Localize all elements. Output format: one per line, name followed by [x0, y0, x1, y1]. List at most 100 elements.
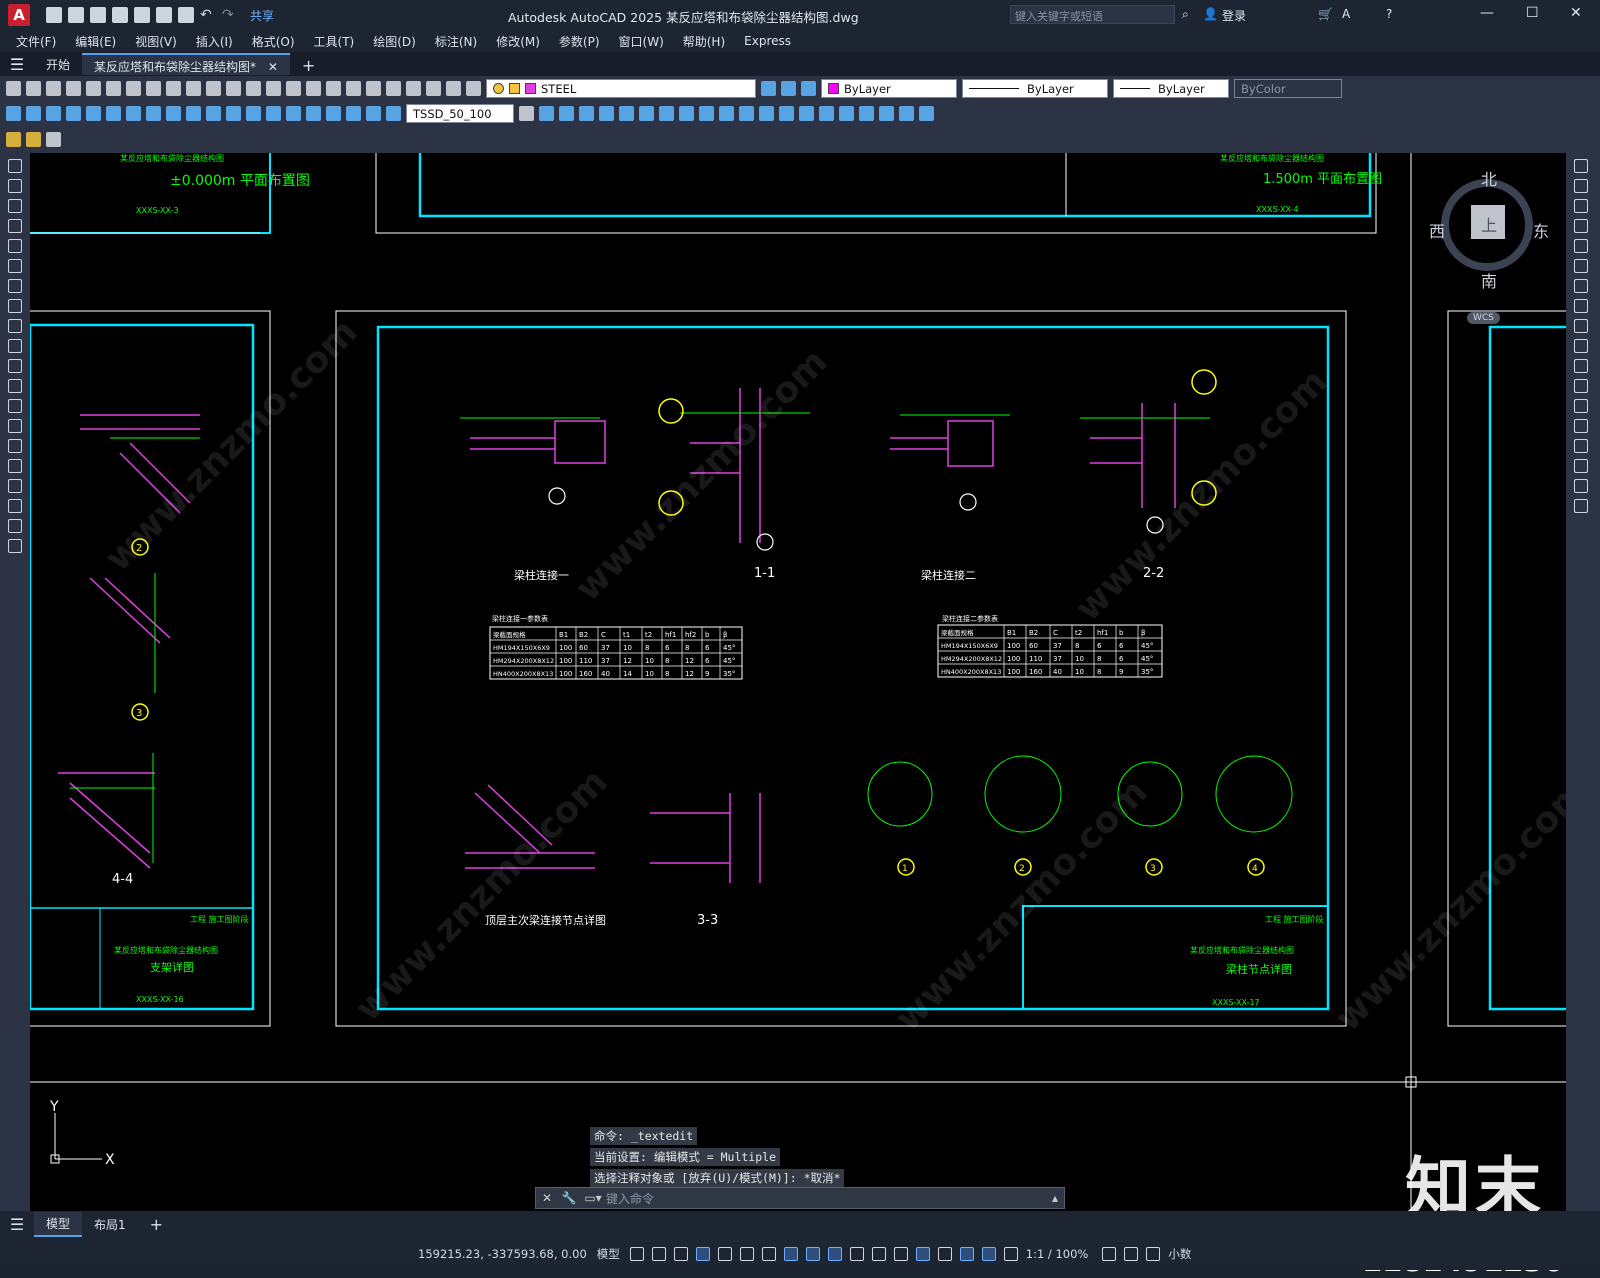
cut-icon[interactable] [126, 81, 141, 96]
solid-cone-icon[interactable] [779, 106, 794, 121]
markup-icon[interactable] [406, 81, 421, 96]
menu-item[interactable]: 帮助(H) [683, 33, 725, 50]
lineweight-dropdown[interactable]: ByLayer [1113, 79, 1229, 98]
arc-dim-icon[interactable] [46, 106, 61, 121]
array-icon[interactable] [1574, 239, 1588, 253]
menu-item[interactable]: 修改(M) [496, 33, 540, 50]
view-top-icon[interactable] [559, 106, 574, 121]
user-icon[interactable]: 👤 [1203, 7, 1218, 21]
transparency-icon[interactable] [849, 1246, 864, 1261]
coordinates[interactable]: 159215.23, -337593.68, 0.00 [418, 1247, 587, 1261]
auto-scale-icon[interactable] [1003, 1246, 1018, 1261]
point-icon[interactable] [8, 419, 22, 433]
close-tab-icon[interactable]: ✕ [268, 60, 278, 74]
osnap-tracking-icon[interactable] [783, 1246, 798, 1261]
scale-icon[interactable] [1574, 299, 1588, 313]
layer-state-icon[interactable] [781, 81, 796, 96]
ucs-world-icon[interactable] [619, 106, 634, 121]
make-block-icon[interactable] [8, 399, 22, 413]
autodesk-icon[interactable]: A [1342, 7, 1350, 21]
copy-icon[interactable] [1574, 179, 1588, 193]
dim-break-icon[interactable] [246, 106, 261, 121]
units-value[interactable]: 小数 [1168, 1246, 1191, 1262]
tool-palette-icon[interactable] [366, 81, 381, 96]
gradient-icon[interactable] [8, 459, 22, 473]
break-point-icon[interactable] [1574, 379, 1588, 393]
workspace-icon[interactable] [1102, 1246, 1117, 1261]
lineweight-icon[interactable] [827, 1246, 842, 1261]
baseline-dim-icon[interactable] [186, 106, 201, 121]
infer-icon[interactable] [673, 1246, 688, 1261]
help-icon[interactable]: ? [1386, 7, 1392, 21]
share-button[interactable]: 共享 [250, 7, 274, 24]
dim-space-icon[interactable] [226, 106, 241, 121]
redo-icon[interactable]: ↷ [222, 7, 238, 23]
ucs-icon[interactable] [599, 106, 614, 121]
slice-icon[interactable] [839, 106, 854, 121]
paste-icon[interactable] [166, 81, 181, 96]
aligned-dim-icon[interactable] [26, 106, 41, 121]
solid-box-icon[interactable] [719, 106, 734, 121]
dynamic-input-icon[interactable] [695, 1246, 710, 1261]
viewcube-east[interactable]: 东 [1533, 218, 1549, 242]
menu-item[interactable]: 绘图(D) [373, 33, 416, 50]
tab-model[interactable]: 模型 [34, 1211, 83, 1237]
zoom-window-icon[interactable] [286, 81, 301, 96]
viewcube[interactable]: 北 南 西 东 上 WCS [1429, 170, 1549, 324]
edit-image-icon[interactable] [6, 132, 21, 147]
dim-text-edit-icon[interactable] [366, 106, 381, 121]
add-selected-icon[interactable] [8, 539, 22, 553]
plotstyle-dropdown[interactable]: ByColor [1234, 79, 1342, 98]
extend-icon[interactable] [1574, 359, 1588, 373]
table-icon[interactable] [8, 499, 22, 513]
view-front-icon[interactable] [539, 106, 554, 121]
layer-previous-icon[interactable] [761, 81, 776, 96]
line-icon[interactable] [8, 159, 22, 173]
solid-cylinder-icon[interactable] [739, 106, 754, 121]
add-layout-button[interactable]: + [138, 1212, 175, 1237]
spline-icon[interactable] [8, 319, 22, 333]
properties-icon[interactable] [326, 81, 341, 96]
help-icon[interactable] [446, 81, 461, 96]
selection-filter-icon[interactable] [937, 1246, 952, 1261]
new-tab-button[interactable]: + [290, 53, 327, 75]
stretch-icon[interactable] [1574, 319, 1588, 333]
dim-update-icon[interactable] [386, 106, 401, 121]
redo-icon[interactable] [226, 81, 241, 96]
zoom-previous-icon[interactable] [306, 81, 321, 96]
menu-icon[interactable]: ☰ [0, 55, 34, 74]
construction-line-icon[interactable] [8, 179, 22, 193]
rotate-icon[interactable] [1574, 279, 1588, 293]
annotation-visibility-icon[interactable] [981, 1246, 996, 1261]
ortho-icon[interactable] [717, 1246, 732, 1261]
preview-icon[interactable] [86, 81, 101, 96]
save-web-icon[interactable] [156, 7, 172, 23]
move-icon[interactable] [1574, 259, 1588, 273]
minimize-button[interactable]: — [1480, 5, 1494, 21]
new-icon[interactable] [46, 7, 62, 23]
insert-image-icon[interactable] [26, 132, 41, 147]
new-icon[interactable] [6, 81, 21, 96]
mirror-icon[interactable] [1574, 199, 1588, 213]
dimstyle-icon[interactable] [519, 106, 534, 121]
viewcube-west[interactable]: 西 [1429, 218, 1445, 242]
model-space-toggle[interactable]: 模型 [597, 1246, 620, 1262]
circle-icon[interactable] [8, 279, 22, 293]
save-icon[interactable] [46, 81, 61, 96]
inspect-icon[interactable] [306, 106, 321, 121]
open-web-icon[interactable] [134, 7, 150, 23]
drawing-canvas[interactable]: ±0.000m 平面布置图 某反应塔和布袋除尘器结构图 XXXS-XX-3 1.… [30, 153, 1566, 1211]
autocad-logo[interactable]: A [8, 4, 30, 26]
layout-menu-icon[interactable]: ☰ [0, 1215, 34, 1234]
maximize-button[interactable]: ☐ [1526, 5, 1539, 21]
menu-item[interactable]: 插入(I) [196, 33, 233, 50]
join-icon[interactable] [1574, 419, 1588, 433]
layer-manager-icon[interactable] [466, 81, 481, 96]
diameter-dim-icon[interactable] [126, 106, 141, 121]
revolve-icon[interactable] [819, 106, 834, 121]
menu-item[interactable]: 标注(N) [435, 33, 477, 50]
publish-icon[interactable] [106, 81, 121, 96]
gizmo-icon[interactable] [959, 1246, 974, 1261]
trim-icon[interactable] [1574, 339, 1588, 353]
saveas-icon[interactable] [112, 7, 128, 23]
